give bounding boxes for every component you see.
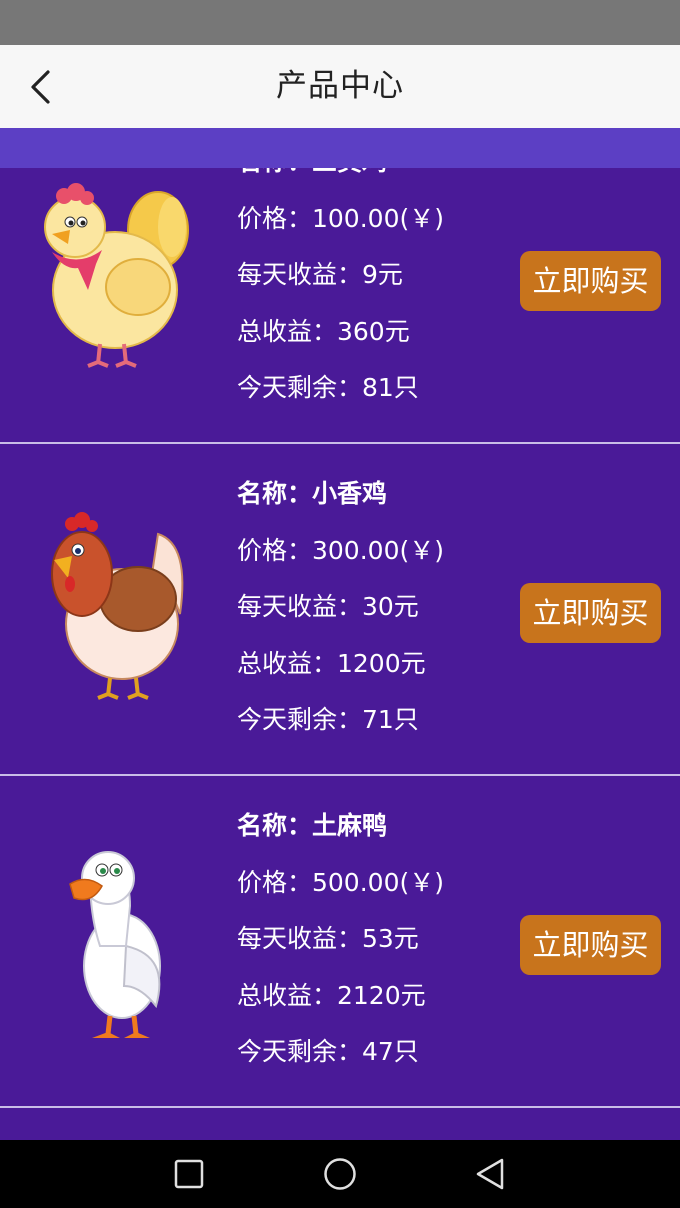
product-info: 名称：土麻鸭 价格：500.00(￥) 每天收益：53元 总收益：2120元 今… (237, 806, 444, 1089)
product-info: 名称：小香鸡 价格：300.00(￥) 每天收益：30元 总收益：1200元 今… (237, 474, 444, 757)
buy-button[interactable]: 立即购买 (520, 251, 661, 311)
white-duck-image (69, 851, 161, 1038)
nav-back-button[interactable] (470, 1154, 510, 1194)
page-title: 产品中心 (276, 68, 404, 104)
home-button[interactable] (320, 1154, 360, 1194)
product-daily-income: 每天收益：53元 (237, 924, 419, 953)
buy-button[interactable]: 立即购买 (520, 915, 661, 975)
back-icon (476, 1158, 504, 1190)
product-daily-income: 每天收益：30元 (237, 592, 419, 621)
product-card: 名称：小香鸡 价格：300.00(￥) 每天收益：30元 总收益：1200元 今… (0, 444, 680, 776)
product-list: 名称：三黄鸡 价格：100.00(￥) 每天收益：9元 总收益：360元 今天剩… (0, 168, 680, 1108)
product-card: 名称：三黄鸡 价格：100.00(￥) 每天收益：9元 总收益：360元 今天剩… (0, 168, 680, 444)
product-remaining: 今天剩余：71只 (237, 705, 419, 734)
yellow-hen-image (44, 183, 189, 368)
product-name: 名称：土麻鸭 (237, 811, 388, 840)
chevron-left-icon (31, 70, 50, 104)
header-strip (0, 128, 680, 168)
product-price: 价格：500.00(￥) (237, 867, 444, 897)
product-name: 名称：三黄鸡 (237, 168, 444, 199)
home-icon (324, 1158, 356, 1190)
product-card: 名称：土麻鸭 价格：500.00(￥) 每天收益：53元 总收益：2120元 今… (0, 776, 680, 1108)
product-total-income: 总收益：360元 (237, 316, 410, 346)
status-bar (0, 0, 680, 45)
product-list-viewport[interactable]: 名称：三黄鸡 价格：100.00(￥) 每天收益：9元 总收益：360元 今天剩… (0, 168, 680, 1140)
product-info: 名称：三黄鸡 价格：100.00(￥) 每天收益：9元 总收益：360元 今天剩… (237, 168, 444, 425)
product-total-income: 总收益：1200元 (237, 648, 426, 678)
system-nav-bar (0, 1140, 680, 1208)
back-button[interactable] (14, 61, 66, 113)
product-price: 价格：100.00(￥) (237, 203, 444, 233)
recent-apps-icon (174, 1159, 204, 1189)
header: 产品中心 (0, 45, 680, 128)
buy-button[interactable]: 立即购买 (520, 583, 661, 643)
product-price: 价格：300.00(￥) (237, 535, 444, 565)
brown-hen-image (51, 512, 184, 700)
product-remaining: 今天剩余：81只 (237, 373, 419, 402)
product-total-income: 总收益：2120元 (237, 980, 426, 1010)
product-daily-income: 每天收益：9元 (237, 260, 403, 289)
recent-apps-button[interactable] (169, 1154, 209, 1194)
product-name: 名称：小香鸡 (237, 479, 388, 508)
product-remaining: 今天剩余：47只 (237, 1037, 419, 1066)
